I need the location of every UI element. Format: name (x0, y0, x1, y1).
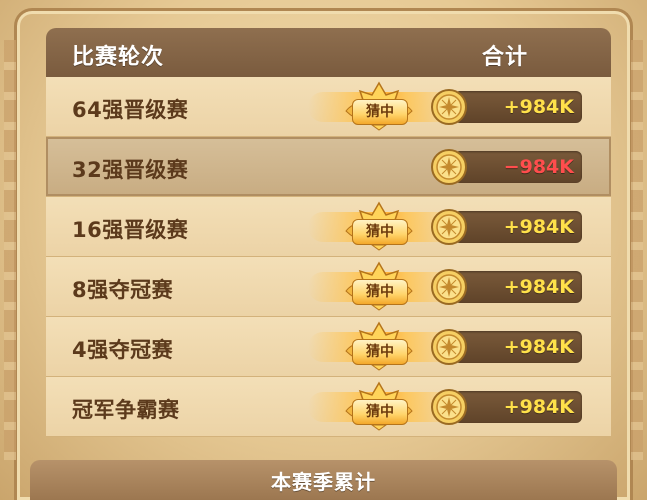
round-name: 冠军争霸赛 (72, 398, 180, 422)
season-total-section: 本赛季累计 (30, 460, 617, 500)
value-text: +984K (503, 276, 574, 298)
table-row: 8强夺冠赛 猜中 +984K (46, 257, 611, 317)
frame-edge-left (4, 40, 16, 460)
value-pill: +984K (454, 391, 582, 423)
frame-edge-right (631, 40, 643, 460)
results-table: 比赛轮次 合计 64强晋级赛 猜中 +984K 32强晋级赛 −984K 16强… (46, 28, 611, 448)
value-text: +984K (503, 96, 574, 118)
table-header: 比赛轮次 合计 (46, 28, 611, 77)
badge-label: 猜中 (352, 99, 408, 125)
gold-coin-icon (431, 89, 467, 125)
value-pill: +984K (454, 331, 582, 363)
table-row: 16强晋级赛 猜中 +984K (46, 197, 611, 257)
badge-label: 猜中 (352, 279, 408, 305)
value-text: −984K (503, 156, 574, 178)
badge-label: 猜中 (352, 219, 408, 245)
round-name: 8强夺冠赛 (72, 278, 174, 302)
value-pill: −984K (454, 151, 582, 183)
table-row: 32强晋级赛 −984K (46, 137, 611, 197)
round-name: 64强晋级赛 (72, 98, 189, 122)
value-text: +984K (503, 336, 574, 358)
gold-coin-icon (431, 209, 467, 245)
value-text: +984K (503, 216, 574, 238)
header-round-label: 比赛轮次 (72, 45, 165, 70)
table-row: 冠军争霸赛 猜中 +984K (46, 377, 611, 437)
value-pill: +984K (454, 211, 582, 243)
gold-coin-icon (431, 329, 467, 365)
table-row: 64强晋级赛 猜中 +984K (46, 77, 611, 137)
round-name: 32强晋级赛 (72, 158, 189, 182)
value-pill: +984K (454, 91, 582, 123)
round-name: 16强晋级赛 (72, 218, 189, 242)
header-total-label: 合计 (482, 45, 529, 70)
badge-label: 猜中 (352, 339, 408, 365)
badge-label: 猜中 (352, 399, 408, 425)
table-row: 4强夺冠赛 猜中 +984K (46, 317, 611, 377)
gold-coin-icon (431, 149, 467, 185)
value-pill: +984K (454, 271, 582, 303)
value-text: +984K (503, 396, 574, 418)
season-total-title: 本赛季累计 (271, 470, 376, 494)
gold-coin-icon (431, 269, 467, 305)
gold-coin-icon (431, 389, 467, 425)
round-name: 4强夺冠赛 (72, 338, 174, 362)
